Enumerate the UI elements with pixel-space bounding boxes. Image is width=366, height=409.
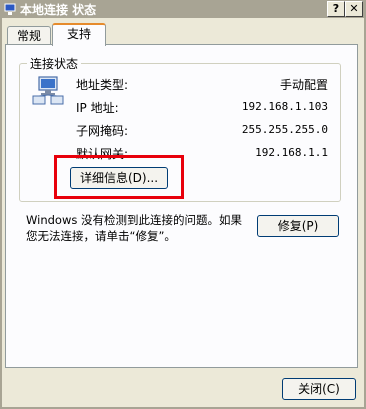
tab-support[interactable]: 支持 (52, 23, 106, 46)
highlight-box (54, 155, 184, 199)
window-title: 本地连接 状态 (20, 3, 97, 17)
subnet-mask-value: 255.255.255.0 (241, 123, 328, 136)
address-type-value: 手动配置 (279, 78, 328, 92)
message-line-2: 您无法连接，请单击“修复”。 (26, 229, 176, 243)
ip-address-label: IP 地址: (76, 101, 119, 115)
window-frame-left (0, 18, 2, 409)
help-button[interactable]: ? (327, 1, 345, 17)
title-bar: 本地连接 状态 ? ✕ (0, 0, 366, 18)
default-gateway-value: 192.168.1.1 (255, 146, 328, 159)
diagnosis-message: Windows 没有检测到此连接的问题。如果 您无法连接，请单击“修复”。 (26, 212, 254, 244)
network-status-icon (32, 76, 64, 105)
network-connection-icon (4, 3, 16, 15)
repair-button[interactable]: 修复(P) (257, 215, 339, 237)
address-type-label: 地址类型: (76, 78, 129, 92)
ip-address-value: 192.168.1.103 (241, 100, 328, 113)
group-legend: 连接状态 (27, 55, 82, 72)
message-line-1: Windows 没有检测到此连接的问题。如果 (26, 213, 242, 227)
close-button[interactable]: 关闭(C) (282, 378, 356, 400)
tab-general[interactable]: 常规 (7, 26, 51, 45)
close-window-button[interactable]: ✕ (345, 1, 363, 17)
subnet-mask-label: 子网掩码: (76, 124, 129, 138)
